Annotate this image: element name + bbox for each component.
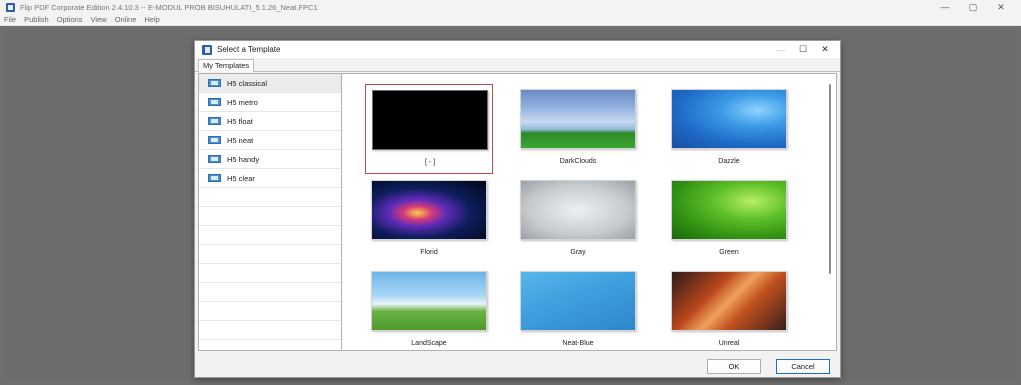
app-logo-icon	[6, 2, 15, 12]
template-icon	[208, 155, 221, 163]
theme-thumbnail	[520, 89, 636, 149]
select-template-dialog: Select a Template — ☐ ✕ My Templates H5 …	[194, 40, 841, 378]
theme-thumbnail	[520, 271, 636, 331]
list-empty-row	[199, 188, 341, 207]
theme-tile-none[interactable]: [ - ]	[365, 84, 493, 174]
list-empty-row	[199, 302, 341, 321]
menu-online[interactable]: Online	[115, 15, 137, 24]
template-item-label: H5 clear	[227, 173, 255, 183]
tab-my-templates[interactable]: My Templates	[198, 59, 255, 72]
dialog-title: Select a Template	[217, 45, 281, 54]
theme-label: Dazzle	[718, 158, 740, 165]
theme-thumbnail	[671, 89, 787, 149]
list-empty-row	[199, 245, 341, 264]
template-list: H5 classical H5 metro H5 float H5 neat H…	[199, 74, 342, 350]
list-empty-row	[199, 207, 341, 226]
dialog-title-bar: Select a Template — ☐ ✕	[195, 41, 840, 58]
template-icon	[208, 79, 221, 87]
template-icon	[208, 98, 221, 106]
app-close-button[interactable]: ✕	[987, 0, 1015, 14]
app-title: Flip PDF Corporate Edition 2.4.10.3 -- E…	[20, 2, 318, 12]
theme-label: Unreal	[718, 340, 740, 347]
theme-label: Green	[719, 249, 739, 256]
menu-help[interactable]: Help	[144, 15, 159, 24]
dialog-close-button[interactable]: ✕	[814, 44, 836, 55]
dialog-body: H5 classical H5 metro H5 float H5 neat H…	[198, 73, 837, 351]
menu-file[interactable]: File	[4, 15, 16, 24]
template-item-h5-float[interactable]: H5 float	[199, 112, 341, 131]
template-icon	[208, 117, 221, 125]
theme-thumbnail	[671, 271, 787, 331]
theme-label: Gray	[570, 249, 586, 256]
list-empty-row	[199, 321, 341, 340]
template-item-h5-classical[interactable]: H5 classical	[199, 74, 341, 93]
list-empty-row	[199, 226, 341, 245]
theme-thumbnail	[372, 90, 488, 150]
template-item-label: H5 neat	[227, 135, 254, 145]
ok-button[interactable]: OK	[707, 359, 761, 374]
template-item-h5-clear[interactable]: H5 clear	[199, 169, 341, 188]
theme-label: Neat-Blue	[562, 340, 594, 347]
dialog-minimize-button[interactable]: —	[770, 45, 792, 55]
theme-tile-green[interactable]: Green	[665, 175, 793, 265]
app-title-bar: Flip PDF Corporate Edition 2.4.10.3 -- E…	[0, 0, 1021, 14]
dialog-maximize-button[interactable]: ☐	[792, 44, 814, 55]
theme-thumbnail	[371, 271, 487, 331]
template-item-label: H5 float	[227, 116, 253, 126]
app-maximize-button[interactable]: ▢	[959, 0, 987, 14]
dialog-window-controls: — ☐ ✕	[770, 41, 836, 58]
template-icon	[208, 136, 221, 144]
theme-tile-darkclouds[interactable]: DarkClouds	[514, 84, 642, 174]
menu-options[interactable]: Options	[57, 15, 83, 24]
theme-grid: [ - ] DarkClouds Dazzle Florid Gray Gree…	[343, 74, 836, 350]
theme-tile-landscape[interactable]: LandScape	[365, 266, 493, 350]
theme-thumbnail	[671, 180, 787, 240]
theme-tile-unreal[interactable]: Unreal	[665, 266, 793, 350]
theme-thumbnail	[520, 180, 636, 240]
template-item-label: H5 metro	[227, 97, 258, 107]
menu-view[interactable]: View	[91, 15, 107, 24]
theme-tile-neat-blue[interactable]: Neat-Blue	[514, 266, 642, 350]
theme-tile-dazzle[interactable]: Dazzle	[665, 84, 793, 174]
template-item-label: H5 classical	[227, 78, 268, 88]
menu-publish[interactable]: Publish	[24, 15, 49, 24]
theme-grid-scrollbar[interactable]	[829, 84, 831, 274]
cancel-button[interactable]: Cancel	[776, 359, 830, 374]
template-item-label: H5 handy	[227, 154, 260, 164]
theme-tile-gray[interactable]: Gray	[514, 175, 642, 265]
theme-label: LandScape	[411, 340, 447, 347]
theme-label: Florid	[420, 249, 438, 256]
tab-strip: My Templates	[195, 58, 840, 72]
app-window-controls: — ▢ ✕	[931, 0, 1015, 14]
template-icon	[208, 174, 221, 182]
theme-thumbnail	[371, 180, 487, 240]
template-item-h5-neat[interactable]: H5 neat	[199, 131, 341, 150]
template-item-h5-metro[interactable]: H5 metro	[199, 93, 341, 112]
list-empty-row	[199, 283, 341, 302]
dialog-app-icon	[202, 44, 212, 55]
template-item-h5-handy[interactable]: H5 handy	[199, 150, 341, 169]
menu-bar: File Publish Options View Online Help	[0, 14, 1021, 26]
list-empty-row	[199, 264, 341, 283]
theme-tile-florid[interactable]: Florid	[365, 175, 493, 265]
theme-label: [ - ]	[424, 159, 436, 166]
app-minimize-button[interactable]: —	[931, 0, 959, 14]
theme-label: DarkClouds	[559, 158, 597, 165]
